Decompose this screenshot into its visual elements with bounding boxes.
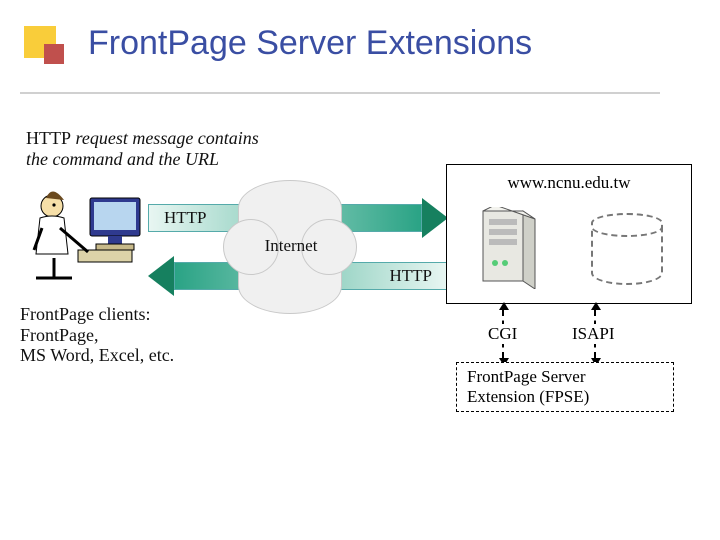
slide-title: FrontPage Server Extensions bbox=[88, 24, 532, 63]
server-tower-icon bbox=[477, 207, 541, 289]
arrow-response-label: HTTP bbox=[390, 266, 433, 286]
clients-note: FrontPage clients: FrontPage, MS Word, E… bbox=[20, 304, 240, 366]
server-domain: www.ncnu.edu.tw bbox=[447, 173, 691, 193]
clients-l1: FrontPage clients: bbox=[20, 304, 150, 324]
internet-label: Internet bbox=[256, 236, 326, 256]
cgi-label: CGI bbox=[484, 324, 521, 344]
http-request-note: HTTP request message contains the comman… bbox=[26, 128, 286, 169]
clients-l2: FrontPage, bbox=[20, 325, 99, 345]
arrow-request-label: HTTP bbox=[164, 208, 207, 228]
fpse-box: FrontPage Server Extension (FPSE) bbox=[456, 362, 674, 412]
title-bullet-red bbox=[44, 44, 64, 64]
note-plain: HTTP bbox=[26, 128, 71, 148]
database-cylinder-icon bbox=[591, 213, 663, 285]
fpse-l1: FrontPage Server bbox=[467, 367, 586, 386]
note-italic-2: the command and the URL bbox=[26, 149, 219, 169]
clients-l3: MS Word, Excel, etc. bbox=[20, 345, 174, 365]
title-underline bbox=[20, 92, 660, 94]
slide: FrontPage Server Extensions HTTP request… bbox=[0, 0, 720, 540]
isapi-label: ISAPI bbox=[568, 324, 619, 344]
user-at-computer-icon bbox=[28, 188, 158, 288]
note-italic-1: request message contains bbox=[71, 128, 259, 148]
server-box: www.ncnu.edu.tw bbox=[446, 164, 692, 304]
fpse-l2: Extension (FPSE) bbox=[467, 387, 589, 406]
